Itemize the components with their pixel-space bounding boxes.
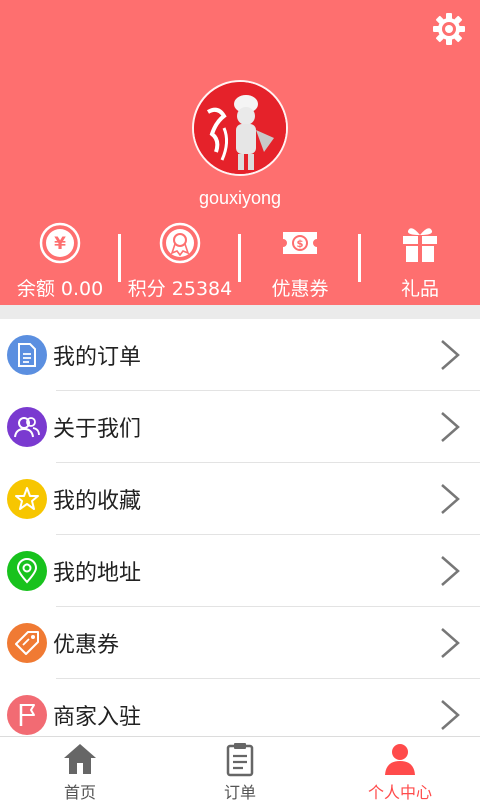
stat-coupon-label: 优惠券: [271, 278, 329, 300]
menu-item-label: 关于我们: [53, 417, 142, 442]
chevron-right-icon: [441, 628, 460, 658]
stat-coupon[interactable]: $ 优惠券: [240, 218, 360, 300]
yuan-coin-icon: ¥: [39, 222, 81, 264]
menu-item-coupons[interactable]: 优惠券: [0, 607, 480, 679]
avatar-image: [194, 82, 286, 174]
tab-label: 个人中心: [367, 783, 432, 800]
svg-text:$: $: [297, 239, 304, 250]
bottom-tab-bar: 首页 订单 个人中心: [0, 736, 480, 800]
location-pin-icon: [7, 551, 47, 591]
gear-icon[interactable]: [432, 12, 466, 46]
stat-points-label: 积分 25384: [127, 278, 233, 300]
section-divider: [0, 305, 480, 319]
chevron-right-icon: [441, 412, 460, 442]
clipboard-icon: [226, 743, 254, 777]
chevron-right-icon: [441, 556, 460, 586]
chevron-right-icon: [441, 484, 460, 514]
chevron-right-icon: [441, 340, 460, 370]
stat-gift-label: 礼品: [400, 278, 439, 300]
tab-orders[interactable]: 订单: [160, 737, 320, 800]
tab-home[interactable]: 首页: [0, 737, 160, 800]
tab-label: 首页: [63, 783, 96, 800]
flag-icon: [7, 695, 47, 735]
tab-label: 订单: [223, 783, 256, 800]
menu-item-label: 我的订单: [53, 345, 142, 370]
person-icon: [385, 744, 415, 775]
home-icon: [64, 744, 96, 774]
svg-text:¥: ¥: [54, 234, 66, 254]
menu-item-about-us[interactable]: 关于我们: [0, 391, 480, 463]
menu-item-favorites[interactable]: 我的收藏: [0, 463, 480, 535]
coupon-ticket-icon: $: [283, 232, 317, 254]
document-icon: [7, 335, 47, 375]
menu-item-label: 我的收藏: [53, 489, 142, 514]
menu-list: 我的订单 关于我们 我的收藏 我的地址 优惠券 商家入驻: [0, 319, 480, 751]
stats-bar: ¥ 余额 0.00 积分 25384 $ 优惠券 礼品: [0, 218, 480, 300]
menu-item-my-address[interactable]: 我的地址: [0, 535, 480, 607]
stat-balance-label: 余额 0.00: [16, 278, 104, 300]
tab-profile[interactable]: 个人中心: [320, 737, 480, 800]
menu-item-label: 商家入驻: [53, 705, 142, 730]
stat-balance[interactable]: ¥ 余额 0.00: [0, 218, 120, 300]
menu-item-my-orders[interactable]: 我的订单: [0, 319, 480, 391]
star-icon: [7, 479, 47, 519]
stat-gift[interactable]: 礼品: [360, 218, 480, 300]
chevron-right-icon: [441, 700, 460, 730]
badge-medal-icon: [159, 222, 201, 264]
tag-icon: [7, 623, 47, 663]
users-icon: [7, 407, 47, 447]
profile-header: gouxiyong ¥ 余额 0.00 积分 25384 $ 优惠券 礼品: [0, 0, 480, 305]
gift-icon: [403, 228, 437, 262]
username: gouxiyong: [198, 188, 282, 208]
menu-item-label: 我的地址: [53, 561, 142, 586]
avatar[interactable]: [192, 80, 288, 176]
stat-points[interactable]: 积分 25384: [120, 218, 240, 300]
menu-item-label: 优惠券: [53, 633, 120, 658]
